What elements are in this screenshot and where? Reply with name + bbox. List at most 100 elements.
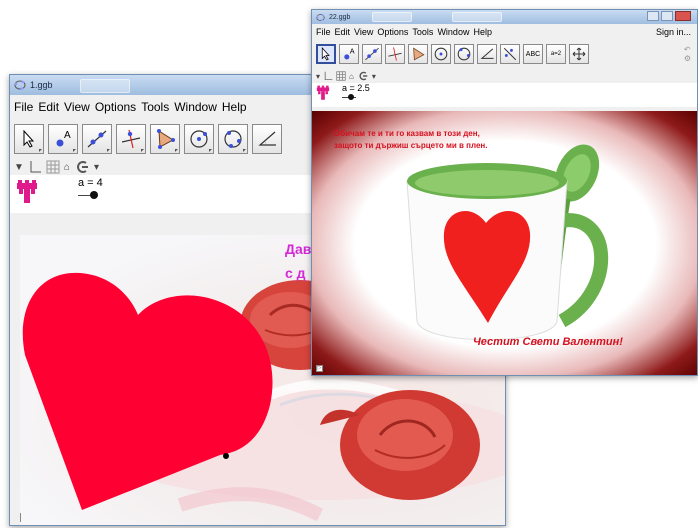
circle-three-points-icon: [224, 130, 242, 148]
triangle-icon: [157, 129, 175, 149]
menu-help[interactable]: Help: [473, 27, 492, 37]
slider-a[interactable]: [78, 191, 100, 201]
menu-options[interactable]: Options: [95, 100, 136, 114]
greeting-text: Честит Свети Валентин!: [473, 336, 623, 348]
sign-in-link[interactable]: Sign in...: [656, 27, 697, 37]
expand-algebra-button[interactable]: ▷: [316, 365, 323, 372]
menu-edit[interactable]: Edit: [335, 27, 351, 37]
angle-tool[interactable]: [477, 44, 497, 64]
cursor-arrow-icon: [321, 47, 330, 61]
axes-icon[interactable]: [323, 71, 333, 81]
geogebra-app-icon: [316, 13, 325, 21]
triangle-icon: [413, 47, 425, 61]
settings-icon[interactable]: ⚙: [684, 54, 691, 63]
move-view-tool[interactable]: [569, 44, 589, 64]
menu-view[interactable]: View: [354, 27, 373, 37]
perpendicular-icon: [121, 129, 141, 149]
circle-icon: [190, 130, 208, 148]
geogebra-logo-icon: [316, 85, 330, 100]
canvas-text-line-1: Дав: [285, 241, 312, 257]
svg-text:A: A: [64, 130, 71, 141]
point-capture-icon[interactable]: [357, 71, 369, 81]
menu-help[interactable]: Help: [222, 100, 247, 114]
move-arrows-icon: [572, 47, 586, 61]
slider-a[interactable]: [342, 94, 358, 102]
minimize-button[interactable]: [647, 11, 659, 21]
line-icon: [87, 130, 107, 148]
menu-view[interactable]: View: [64, 100, 90, 114]
slider-tool[interactable]: a=2: [546, 44, 566, 64]
line-tool[interactable]: [82, 124, 112, 154]
move-tool[interactable]: [316, 44, 336, 64]
svg-text:A: A: [350, 46, 355, 55]
geogebra-window-2: 22.ggb File Edit View Options Tools Wind…: [311, 9, 698, 376]
reflect-line-icon: [503, 47, 517, 61]
menu-tools[interactable]: Tools: [412, 27, 433, 37]
reflect-tool[interactable]: [500, 44, 520, 64]
conic-tool[interactable]: [454, 44, 474, 64]
undo-icon[interactable]: ↶: [684, 45, 691, 54]
perpendicular-icon: [388, 47, 402, 61]
toolbar: A ABC a=2 ↶ ⚙: [312, 39, 697, 69]
menu-tools[interactable]: Tools: [141, 100, 169, 114]
slider-panel: a = 2.5: [312, 83, 697, 107]
dropdown-icon[interactable]: ▾: [372, 72, 376, 81]
heart-point[interactable]: [223, 453, 229, 459]
menu-window[interactable]: Window: [437, 27, 469, 37]
maximize-button[interactable]: [661, 11, 673, 21]
circle-tool[interactable]: [431, 44, 451, 64]
polygon-tool[interactable]: [150, 124, 180, 154]
menu-window[interactable]: Window: [174, 100, 217, 114]
circle-tool[interactable]: [184, 124, 214, 154]
home-icon[interactable]: ⌂: [349, 72, 354, 81]
taskbar-ghost: [372, 12, 412, 22]
angle-tool[interactable]: [252, 124, 282, 154]
polygon-tool[interactable]: [408, 44, 428, 64]
poem-line-1: Обичам те и ти го казвам в този ден,: [334, 129, 480, 138]
dropdown-icon[interactable]: ▾: [94, 162, 99, 173]
window-title: 1.ggb: [30, 80, 53, 90]
title-bar[interactable]: 22.ggb: [312, 10, 697, 24]
point-capture-icon[interactable]: [74, 160, 90, 174]
perpendicular-tool[interactable]: [116, 124, 146, 154]
slider-knob[interactable]: [90, 191, 98, 199]
geogebra-logo-icon: [17, 180, 37, 203]
menu-edit[interactable]: Edit: [38, 100, 59, 114]
triangle-down-icon[interactable]: ▼: [14, 162, 24, 173]
conic-tool[interactable]: [218, 124, 248, 154]
menu-file[interactable]: File: [14, 100, 33, 114]
window-title: 22.ggb: [329, 13, 351, 21]
triangle-down-icon[interactable]: ▾: [316, 72, 320, 81]
close-button[interactable]: [675, 11, 691, 21]
axes-icon[interactable]: [28, 160, 42, 174]
perpendicular-tool[interactable]: [385, 44, 405, 64]
desktop: 1.ggb File Edit View Options Tools Windo…: [0, 0, 698, 528]
circle-three-points-icon: [457, 47, 471, 61]
cursor-arrow-icon: [23, 130, 35, 148]
menu-file[interactable]: File: [316, 27, 331, 37]
point-tool[interactable]: A: [339, 44, 359, 64]
geogebra-app-icon: [14, 80, 26, 90]
point-icon: A: [56, 130, 71, 147]
point-tool[interactable]: A: [48, 124, 78, 154]
canvas-text-line-2: с д: [285, 265, 306, 281]
text-tool[interactable]: ABC: [523, 44, 543, 64]
grid-icon[interactable]: [46, 160, 60, 174]
undo-redo-group: ↶ ⚙: [684, 45, 691, 63]
line-tool[interactable]: [362, 44, 382, 64]
move-tool[interactable]: [14, 124, 44, 154]
grid-icon[interactable]: [336, 71, 346, 81]
slider-label: a = 2.5: [342, 83, 370, 93]
slider-knob[interactable]: [348, 94, 354, 100]
graphics-view[interactable]: Обичам те и ти го казвам в този ден, защ…: [312, 111, 697, 375]
home-icon[interactable]: ⌂: [64, 162, 70, 173]
menu-options[interactable]: Options: [377, 27, 408, 37]
taskbar-ghost: [80, 79, 130, 93]
taskbar-ghost: [452, 12, 502, 22]
point-icon: A: [344, 46, 355, 60]
angle-icon: [480, 48, 494, 59]
style-bar: ▾ ⌂ ▾: [312, 69, 697, 83]
mug-handle: [558, 213, 609, 328]
line-icon: [365, 47, 379, 61]
expand-algebra-button[interactable]: ▷: [20, 513, 21, 522]
